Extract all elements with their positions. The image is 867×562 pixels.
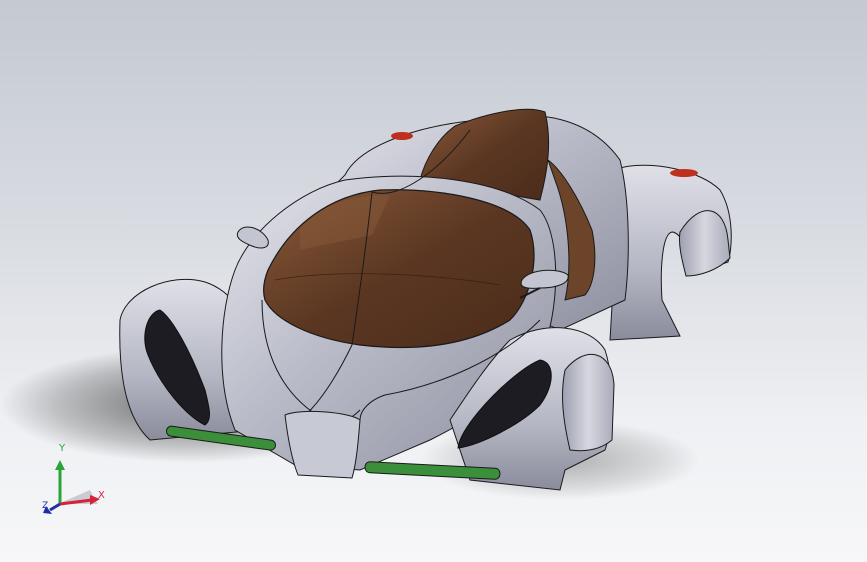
car-model[interactable] <box>0 0 867 562</box>
front-right-arch-inner <box>562 353 615 452</box>
coordinate-triad: Y X Z <box>38 442 118 518</box>
axis-y-label: Y <box>59 443 66 454</box>
tail-light-right <box>670 169 698 177</box>
axis-x-label: X <box>98 490 105 501</box>
nose-cone <box>284 410 361 479</box>
coordinate-triad-icon <box>43 460 100 514</box>
tail-light-left <box>391 132 413 140</box>
graphics-viewport[interactable]: Y X Z <box>0 0 867 562</box>
axis-z-label: Z <box>42 501 49 511</box>
